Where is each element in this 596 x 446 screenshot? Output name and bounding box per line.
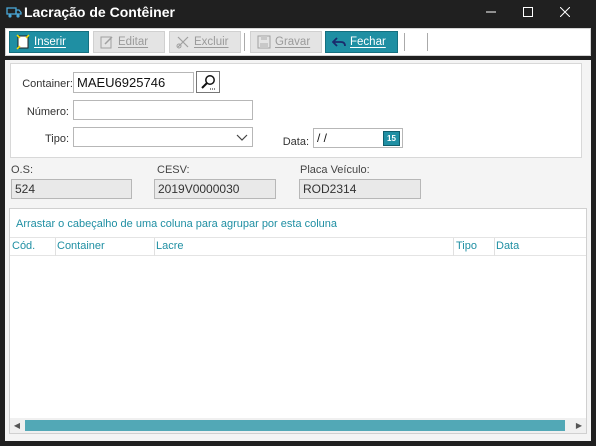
minimize-icon: [486, 11, 496, 13]
toolbar-separator: [404, 33, 405, 51]
editar-button[interactable]: Editar: [93, 31, 165, 53]
cesv-field: 2019V0000030: [154, 179, 276, 199]
form-area: Container: MAEU6925746 Número: Tipo: Dat…: [5, 60, 591, 441]
os-label: O.S:: [11, 164, 34, 176]
container-group: Container: MAEU6925746 Número: Tipo: Dat…: [10, 63, 582, 158]
os-field: 524: [11, 179, 132, 199]
scrollbar-thumb[interactable]: [25, 420, 565, 431]
placa-label: Placa Veículo:: [300, 164, 370, 176]
scissors-icon: [176, 36, 189, 49]
col-divider[interactable]: [453, 238, 454, 256]
undo-arrow-icon: [332, 37, 346, 47]
tipo-select[interactable]: [73, 127, 253, 147]
gravar-button[interactable]: Gravar: [250, 31, 322, 53]
excluir-button[interactable]: Excluir: [169, 31, 241, 53]
numero-input[interactable]: [73, 100, 253, 120]
data-input[interactable]: / / 15: [313, 128, 403, 148]
close-button[interactable]: [547, 0, 583, 24]
col-data[interactable]: Data: [496, 240, 519, 252]
search-container-button[interactable]: [196, 71, 220, 93]
col-lacre[interactable]: Lacre: [156, 240, 184, 252]
gravar-label: Gravar: [275, 36, 311, 48]
fechar-label: Fechar: [350, 36, 386, 48]
edit-icon: [100, 36, 113, 49]
calendar-button[interactable]: 15: [383, 131, 400, 146]
data-label: Data:: [282, 136, 309, 148]
numero-label: Número:: [26, 106, 69, 118]
grid-header: Cód. Container Lacre Tipo Data: [10, 237, 586, 256]
group-by-hint[interactable]: Arrastar o cabeçalho de uma coluna para …: [16, 218, 337, 230]
col-divider[interactable]: [494, 238, 495, 256]
editar-label: Editar: [118, 36, 149, 48]
calendar-icon: 15: [387, 134, 396, 143]
cesv-label: CESV:: [157, 164, 190, 176]
data-value: / /: [317, 131, 328, 145]
col-container[interactable]: Container: [57, 240, 105, 252]
chevron-down-icon: [236, 134, 248, 141]
magnifier-icon: [201, 75, 215, 90]
horizontal-scrollbar[interactable]: ◀ ▶: [10, 418, 586, 433]
window-title: Lacração de Contêiner: [24, 4, 175, 20]
container-input[interactable]: MAEU6925746: [73, 72, 194, 93]
lacres-grid: Arrastar o cabeçalho de uma coluna para …: [9, 208, 587, 434]
container-label: Container:: [22, 78, 73, 90]
insert-doc-icon: [16, 34, 30, 50]
maximize-icon: [523, 7, 533, 17]
toolbar: Inserir Editar Excluir Gravar Fechar: [5, 28, 591, 56]
excluir-label: Excluir: [194, 36, 229, 48]
save-icon: [257, 35, 271, 49]
inserir-button[interactable]: Inserir: [9, 31, 89, 53]
col-tipo[interactable]: Tipo: [456, 240, 477, 252]
toolbar-separator: [427, 33, 428, 51]
maximize-button[interactable]: [510, 0, 546, 24]
placa-field: ROD2314: [299, 179, 421, 199]
tipo-label: Tipo:: [44, 133, 69, 145]
title-bar: Lacração de Contêiner: [0, 0, 596, 24]
inserir-label: Inserir: [34, 36, 66, 48]
col-cod[interactable]: Cód.: [12, 240, 35, 252]
scroll-left-icon[interactable]: ◀: [10, 418, 24, 433]
toolbar-separator: [244, 33, 245, 51]
col-divider[interactable]: [55, 238, 56, 256]
close-icon: [560, 7, 570, 17]
minimize-button[interactable]: [473, 0, 509, 24]
truck-icon: [6, 7, 22, 18]
fechar-button[interactable]: Fechar: [325, 31, 398, 53]
scroll-right-icon[interactable]: ▶: [572, 418, 586, 433]
col-divider[interactable]: [154, 238, 155, 256]
app-window: Lacração de Contêiner Inserir Editar Exc…: [0, 0, 596, 446]
